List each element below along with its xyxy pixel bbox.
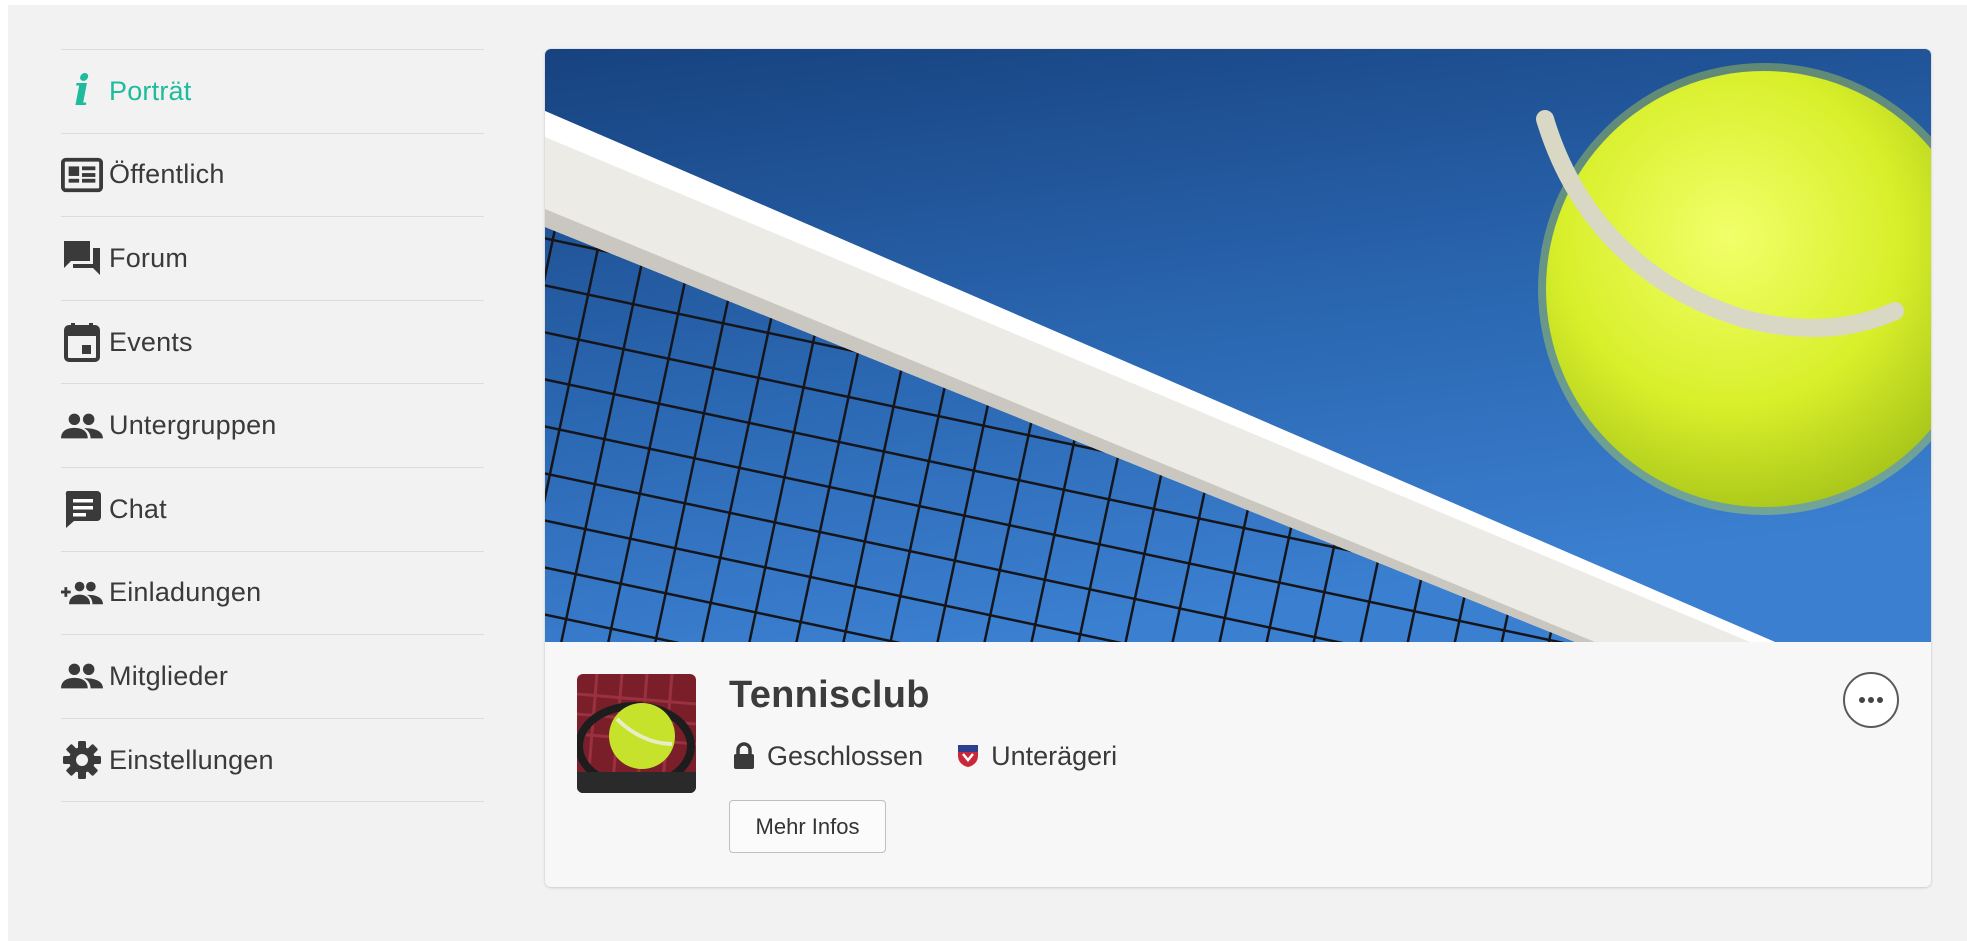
gear-icon	[61, 739, 103, 781]
privacy-status: Geschlossen	[767, 740, 924, 771]
ellipsis-icon	[1859, 697, 1883, 703]
cover-image	[545, 49, 1931, 642]
sidebar-item-members[interactable]: Mitglieder	[61, 635, 484, 719]
sidebar-item-invitations[interactable]: Einladungen	[61, 552, 484, 636]
sidebar-item-forum[interactable]: Forum	[61, 217, 484, 301]
info-icon: i	[74, 66, 90, 116]
sidebar-item-events[interactable]: Events	[61, 301, 484, 385]
group-sidebar-nav: i Porträt Öffentlich Forum Events Unterg…	[61, 49, 484, 803]
sidebar-item-chat[interactable]: Chat	[61, 468, 484, 552]
coat-of-arms-icon	[957, 744, 979, 768]
sidebar-item-label: Mitglieder	[109, 660, 229, 691]
people-icon	[61, 405, 103, 447]
chat-icon	[61, 488, 103, 530]
sidebar-item-subgroups[interactable]: Untergruppen	[61, 384, 484, 468]
people-icon	[61, 655, 103, 697]
sidebar-item-settings[interactable]: Einstellungen	[61, 719, 484, 803]
lock-icon	[733, 742, 755, 770]
group-header-card: Tennisclub Geschlossen Unterägeri Mehr I…	[545, 49, 1931, 887]
more-info-button[interactable]: Mehr Infos	[729, 800, 886, 853]
location-label[interactable]: Unterägeri	[991, 741, 1117, 772]
add-people-icon	[61, 572, 103, 614]
sidebar-item-label: Öffentlich	[109, 159, 225, 190]
sidebar-item-public[interactable]: Öffentlich	[61, 134, 484, 218]
sidebar-item-label: Porträt	[109, 75, 192, 106]
forum-icon	[61, 237, 103, 279]
sidebar-item-portrait[interactable]: i Porträt	[61, 50, 484, 134]
calendar-icon	[61, 321, 103, 363]
sidebar-item-label: Chat	[109, 493, 167, 524]
group-meta: Geschlossen Unterägeri	[733, 737, 1151, 775]
more-options-button[interactable]	[1843, 672, 1899, 728]
newspaper-icon	[61, 154, 103, 196]
sidebar-item-label: Forum	[109, 242, 189, 273]
sidebar-item-label: Untergruppen	[109, 410, 277, 441]
sidebar-item-label: Events	[109, 326, 193, 357]
group-avatar[interactable]	[577, 674, 696, 793]
group-title: Tennisclub	[729, 674, 930, 716]
sidebar-item-label: Einladungen	[109, 577, 262, 608]
sidebar-item-label: Einstellungen	[109, 744, 274, 775]
